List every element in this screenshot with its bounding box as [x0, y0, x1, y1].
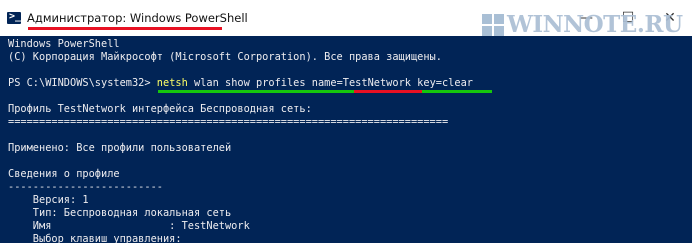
command-keyword: netsh	[156, 77, 188, 89]
console-line: Сведения о профиле	[8, 168, 120, 180]
console-output[interactable]: Windows PowerShell (C) Корпорация Майкро…	[0, 36, 692, 243]
powershell-icon: >_	[7, 11, 22, 24]
highlight-green-underline	[158, 90, 354, 93]
powershell-window: >_ Администратор: Windows PowerShell — ☐…	[0, 0, 692, 243]
command-args: wlan show profiles name=TestNetwork key=…	[187, 77, 473, 89]
title-underline-annotation	[28, 27, 222, 30]
windows-logo-icon	[482, 14, 504, 36]
console-line: Тип: Беспроводная локальная сеть	[8, 207, 232, 219]
highlight-red-underline	[354, 90, 422, 93]
console-line: Применено: Все профили пользователей	[8, 142, 232, 154]
console-line: Имя : TestNetwork	[8, 220, 250, 232]
console-line: Версия: 1	[8, 194, 89, 206]
console-line: Выбор клавиш управления:	[8, 233, 182, 243]
console-line: (C) Корпорация Майкрософт (Microsoft Cor…	[8, 51, 442, 63]
console-line: Windows PowerShell	[8, 38, 120, 50]
console-line: -------------------------	[8, 181, 163, 193]
prompt: PS C:\WINDOWS\system32>	[8, 77, 157, 89]
command-line: PS C:\WINDOWS\system32> netsh wlan show …	[8, 77, 473, 91]
window-title: Администратор: Windows PowerShell	[27, 11, 248, 25]
console-line: Профиль TestNetwork интерфейса Беспровод…	[8, 103, 312, 115]
highlight-green-underline	[422, 90, 492, 93]
watermark-text: WINNOTE.RU	[507, 11, 683, 38]
console-line: ========================================…	[8, 116, 449, 128]
